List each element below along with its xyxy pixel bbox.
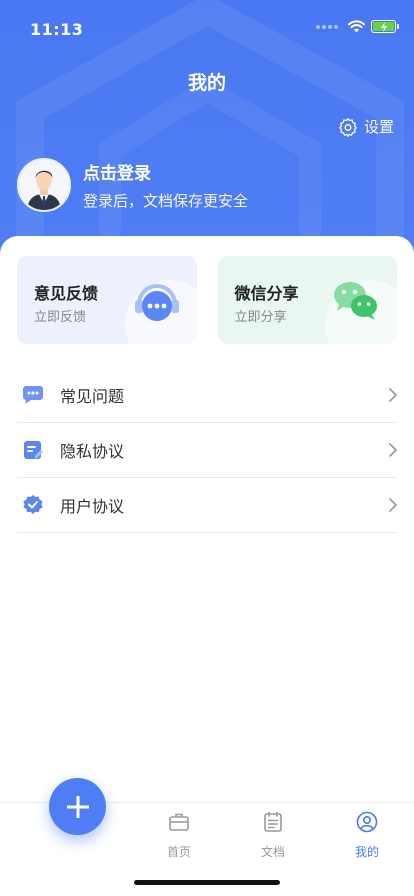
tab-home[interactable]: 首页 [149,811,209,860]
plus-icon [66,795,89,818]
menu-item-privacy-label: 隐私协议 [60,442,125,461]
menu-item-user-agreement-label: 用户协议 [60,497,125,516]
verified-badge-icon [20,492,46,518]
status-icons [316,20,399,33]
chevron-right-icon [389,388,397,402]
tab-documents-label: 文档 [260,845,285,859]
avatar [17,158,71,212]
quick-cards: 意见反馈 立即反馈 微信分享 立即分享 [17,256,397,344]
menu-item-privacy[interactable]: 隐私协议 [17,423,397,478]
tab-home-label: 首页 [166,845,191,859]
battery-icon [371,20,399,33]
feedback-card-title: 意见反馈 [34,284,99,303]
status-bar: 11:13 [0,0,414,48]
menu-item-faq[interactable]: 常见问题 [17,368,397,423]
share-card-title: 微信分享 [234,284,299,303]
chevron-right-icon [389,498,397,512]
login-title: 点击登录 [83,164,151,184]
user-avatar-icon [19,160,69,210]
settings-menu: 常见问题 隐私协议 用户协议 [17,368,397,533]
settings-button[interactable]: 设置 [338,116,394,137]
tab-mine[interactable]: 我的 [337,811,397,860]
feedback-card[interactable]: 意见反馈 立即反馈 [17,256,197,344]
tab-documents[interactable]: 文档 [243,811,303,860]
share-card-subtitle: 立即分享 [234,310,287,325]
login-profile[interactable]: 点击登录 登录后，文档保存更安全 [17,158,248,212]
tab-mine-label: 我的 [354,845,379,859]
page-title: 我的 [187,72,226,94]
menu-item-user-agreement[interactable]: 用户协议 [17,478,397,533]
login-subtitle: 登录后，文档保存更安全 [83,192,249,210]
menu-item-faq-label: 常见问题 [60,387,125,406]
wechat-icon [334,282,377,320]
user-circle-icon [356,811,378,833]
faq-chat-icon [20,382,46,408]
feedback-card-subtitle: 立即反馈 [34,310,87,325]
briefcase-icon [169,813,189,831]
home-indicator [134,880,280,885]
document-edit-icon [20,437,46,463]
gear-icon [339,117,357,137]
add-button[interactable] [49,778,106,835]
calendar-doc-icon [264,811,282,832]
headset-chat-icon [134,284,179,321]
settings-label: 设置 [363,118,394,136]
signal-dots-icon [316,24,338,29]
status-time: 11:13 [30,20,84,39]
chevron-right-icon [389,443,397,457]
wifi-icon [348,20,365,33]
wechat-share-card[interactable]: 微信分享 立即分享 [217,256,397,344]
